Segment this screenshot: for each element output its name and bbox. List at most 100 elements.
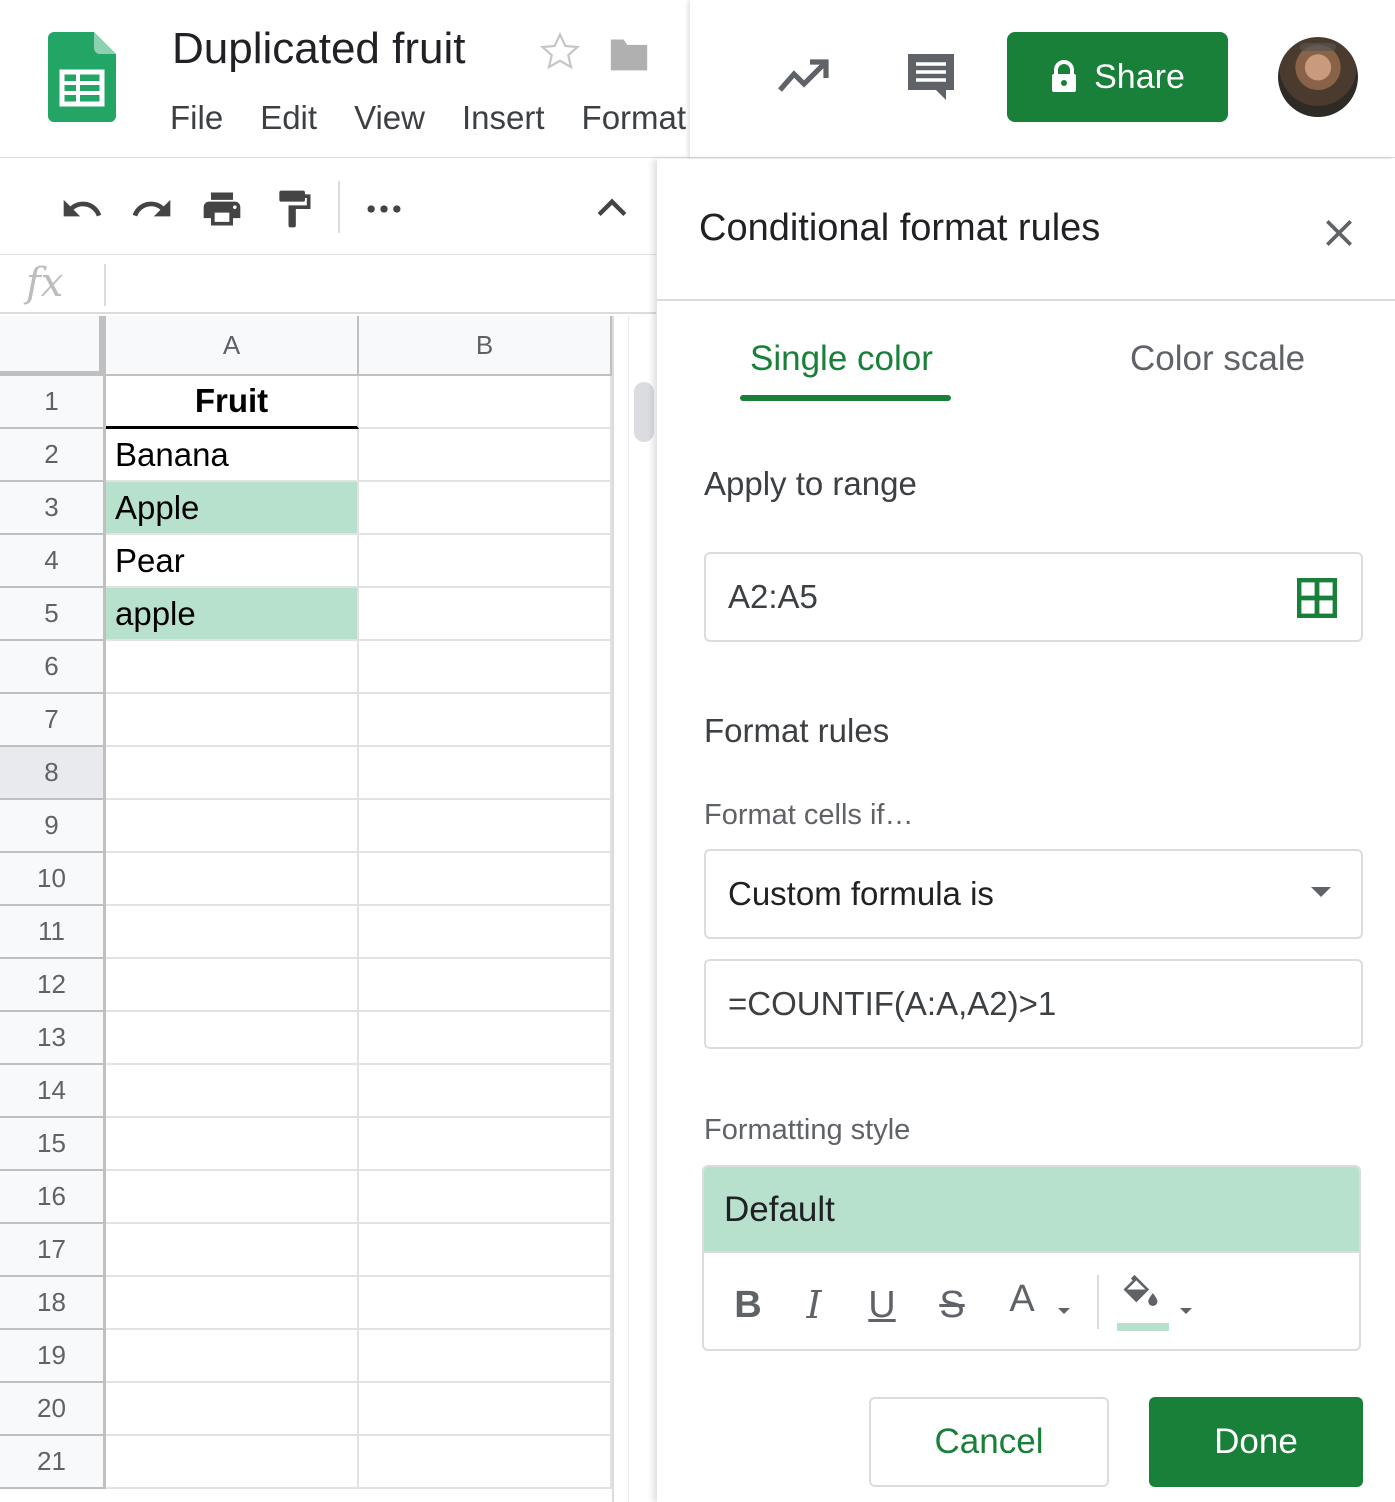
cell-a12[interactable]: [106, 959, 359, 1012]
italic-button[interactable]: I: [792, 1277, 836, 1333]
cell-b20[interactable]: [359, 1383, 612, 1436]
cell-a3[interactable]: Apple: [106, 482, 359, 535]
menu-edit[interactable]: Edit: [260, 96, 317, 140]
cell-a11[interactable]: [106, 906, 359, 959]
row-header[interactable]: 8: [0, 747, 106, 800]
user-avatar[interactable]: [1278, 37, 1358, 117]
cell-b3[interactable]: [359, 482, 612, 535]
select-all-corner[interactable]: [0, 316, 106, 376]
cell-b18[interactable]: [359, 1277, 612, 1330]
activity-trend-icon[interactable]: [776, 54, 830, 98]
cancel-button[interactable]: Cancel: [869, 1397, 1109, 1487]
bold-button[interactable]: B: [726, 1277, 770, 1333]
cell-b5[interactable]: [359, 588, 612, 641]
cell-a15[interactable]: [106, 1118, 359, 1171]
row-header[interactable]: 21: [0, 1436, 106, 1489]
cell-b1[interactable]: [359, 376, 612, 429]
cell-b15[interactable]: [359, 1118, 612, 1171]
row-header[interactable]: 2: [0, 429, 106, 482]
vertical-scrollbar[interactable]: [628, 316, 656, 1502]
row-header[interactable]: 14: [0, 1065, 106, 1118]
row-header[interactable]: 18: [0, 1277, 106, 1330]
cell-a13[interactable]: [106, 1012, 359, 1065]
cell-b19[interactable]: [359, 1330, 612, 1383]
row-header[interactable]: 9: [0, 800, 106, 853]
sheets-logo-icon[interactable]: [48, 32, 116, 122]
cell-a8[interactable]: [106, 747, 359, 800]
redo-icon[interactable]: [130, 187, 174, 231]
cell-a21[interactable]: [106, 1436, 359, 1489]
row-header[interactable]: 1: [0, 376, 106, 429]
share-button[interactable]: Share: [1007, 32, 1228, 122]
cell-a6[interactable]: [106, 641, 359, 694]
cell-b2[interactable]: [359, 429, 612, 482]
fill-color-bucket-icon[interactable]: [1118, 1273, 1162, 1317]
cell-a7[interactable]: [106, 694, 359, 747]
cell-b17[interactable]: [359, 1224, 612, 1277]
row-header[interactable]: 19: [0, 1330, 106, 1383]
condition-dropdown[interactable]: Custom formula is: [704, 849, 1363, 939]
cell-b4[interactable]: [359, 535, 612, 588]
row-header[interactable]: 16: [0, 1171, 106, 1224]
select-range-grid-icon[interactable]: [1297, 578, 1337, 618]
cell-a2[interactable]: Banana: [106, 429, 359, 482]
tab-color-scale[interactable]: Color scale: [1130, 339, 1305, 379]
row-header[interactable]: 17: [0, 1224, 106, 1277]
collapse-chevron-up-icon[interactable]: [590, 187, 634, 231]
cell-a14[interactable]: [106, 1065, 359, 1118]
cell-a4[interactable]: Pear: [106, 535, 359, 588]
cell-a17[interactable]: [106, 1224, 359, 1277]
cell-b21[interactable]: [359, 1436, 612, 1489]
row-header[interactable]: 6: [0, 641, 106, 694]
cell-b10[interactable]: [359, 853, 612, 906]
row-header[interactable]: 15: [0, 1118, 106, 1171]
cell-b14[interactable]: [359, 1065, 612, 1118]
cell-b12[interactable]: [359, 959, 612, 1012]
row-header[interactable]: 7: [0, 694, 106, 747]
fill-color-caret-icon[interactable]: [1180, 1308, 1192, 1314]
style-preview-dropdown[interactable]: Default: [704, 1167, 1359, 1253]
menu-view[interactable]: View: [354, 96, 425, 140]
paint-format-icon[interactable]: [272, 187, 316, 231]
row-header[interactable]: 5: [0, 588, 106, 641]
comments-icon[interactable]: [904, 50, 958, 104]
close-icon[interactable]: [1319, 213, 1359, 253]
menu-file[interactable]: File: [170, 96, 223, 140]
strikethrough-button[interactable]: S: [930, 1277, 974, 1333]
range-input[interactable]: A2:A5: [704, 552, 1363, 642]
row-header[interactable]: 10: [0, 853, 106, 906]
cell-a19[interactable]: [106, 1330, 359, 1383]
text-color-button[interactable]: A: [1000, 1271, 1044, 1327]
row-header[interactable]: 20: [0, 1383, 106, 1436]
cell-b11[interactable]: [359, 906, 612, 959]
print-icon[interactable]: [200, 187, 244, 231]
custom-formula-input[interactable]: =COUNTIF(A:A,A2)>1: [704, 959, 1363, 1049]
done-button[interactable]: Done: [1149, 1397, 1363, 1487]
cell-a20[interactable]: [106, 1383, 359, 1436]
folder-icon[interactable]: [607, 34, 651, 74]
row-header[interactable]: 3: [0, 482, 106, 535]
cell-a9[interactable]: [106, 800, 359, 853]
column-header-b[interactable]: B: [359, 316, 612, 376]
cell-b16[interactable]: [359, 1171, 612, 1224]
cell-b9[interactable]: [359, 800, 612, 853]
star-icon[interactable]: [538, 30, 582, 74]
more-options-icon[interactable]: [362, 187, 406, 231]
cell-a10[interactable]: [106, 853, 359, 906]
cell-a5[interactable]: apple: [106, 588, 359, 641]
scrollbar-thumb[interactable]: [634, 382, 654, 442]
formula-input[interactable]: [120, 264, 640, 306]
menu-format[interactable]: Format: [582, 96, 687, 140]
row-header[interactable]: 4: [0, 535, 106, 588]
cell-b6[interactable]: [359, 641, 612, 694]
row-header[interactable]: 12: [0, 959, 106, 1012]
cell-a1[interactable]: Fruit: [106, 376, 359, 429]
menu-insert[interactable]: Insert: [462, 96, 545, 140]
text-color-caret-icon[interactable]: [1058, 1308, 1070, 1314]
undo-icon[interactable]: [60, 187, 104, 231]
cell-b7[interactable]: [359, 694, 612, 747]
underline-button[interactable]: U: [860, 1277, 904, 1333]
row-header[interactable]: 13: [0, 1012, 106, 1065]
column-header-a[interactable]: A: [106, 316, 359, 376]
cell-a16[interactable]: [106, 1171, 359, 1224]
